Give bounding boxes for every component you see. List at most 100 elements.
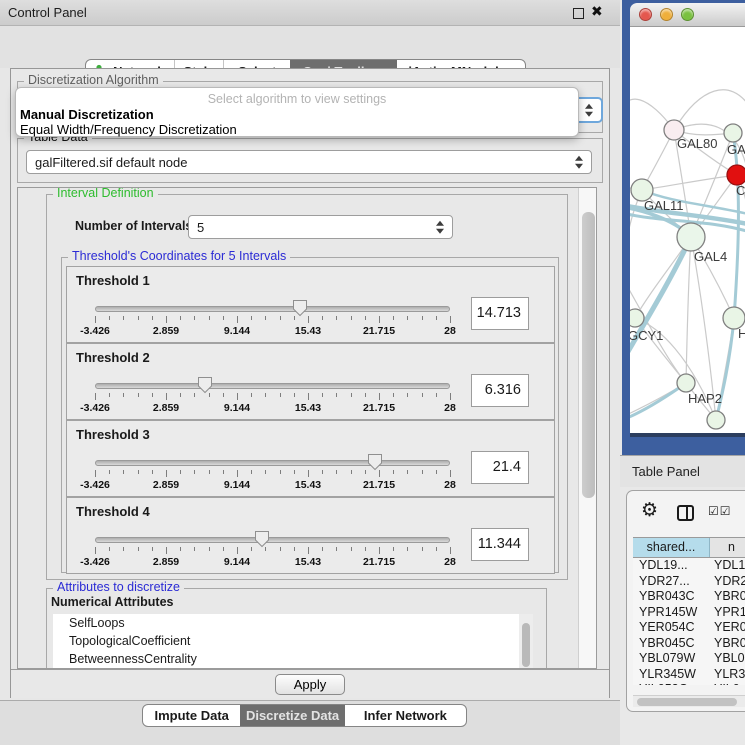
network-node-label: GAL80 [677,136,717,151]
minimize-traffic-light-icon[interactable] [660,8,673,21]
apply-row: Apply [11,669,609,698]
apply-button[interactable]: Apply [275,674,345,695]
control-panel-titlebar: Control Panel ✖ [0,0,620,26]
threshold-label: Threshold 3 [76,427,150,442]
threshold-4-value-field[interactable]: 11.344 [471,528,529,561]
network-node-node[interactable] [707,411,725,429]
threshold-2-value-field[interactable]: 6.316 [471,374,529,407]
table-row[interactable]: YDR27...YDR2 [633,574,745,590]
table-panel-window: ⚙ ☑☑ shared... n YDL19...YDL1 YDR27...YD… [626,490,745,712]
network-edge[interactable] [733,133,738,318]
threshold-3-slider-track[interactable] [95,460,450,466]
settings-scrollbar[interactable] [578,188,597,668]
slider-tick-label: 9.144 [224,402,250,414]
network-canvas[interactable]: GAL80GACGAL11GAL4GCY1HHAP2 [630,27,745,433]
column-header-name[interactable]: n [710,538,745,557]
tick-mark [322,470,323,474]
threshold-2-slider-track[interactable] [95,383,450,389]
threshold-4-panel: Threshold 4 -3.4262.8599.14415.4321.7152… [66,497,555,574]
algorithm-dropdown-popup: Select algorithm to view settings Manual… [15,87,579,137]
close-icon[interactable]: ✖ [591,3,603,20]
tick-mark [436,547,437,551]
slider-ticks [95,547,450,555]
slider-tick-label: 21.715 [363,556,395,568]
tick-mark [265,316,266,320]
slider-thumb[interactable] [254,530,270,548]
list-scrollbar[interactable] [519,614,533,668]
control-panel: Control Panel ✖ Network Style Select Cyn… [0,0,620,745]
network-edge[interactable] [686,237,691,383]
checkbox-icons[interactable]: ☑☑ [708,504,732,518]
tab-impute-data[interactable]: Impute Data [143,705,240,726]
tick-mark [322,393,323,397]
network-node-HAP2[interactable] [677,374,695,392]
threshold-1-value-field[interactable]: 14.713 [471,297,529,330]
tab-label: Infer Network [364,708,447,723]
settings-scrollbar-thumb[interactable] [582,212,595,498]
threshold-1-slider-track[interactable] [95,306,450,312]
combo-arrows-icon [585,104,594,117]
network-edge[interactable] [642,175,737,190]
tick-mark [450,547,451,554]
threshold-4-slider-track[interactable] [95,537,450,543]
slider-thumb[interactable] [367,453,383,471]
tick-mark [265,470,266,474]
zoom-traffic-light-icon[interactable] [681,8,694,21]
table-row[interactable]: YPR145WYPR1 [633,605,745,621]
slider-thumb[interactable] [197,376,213,394]
tab-discretize-data[interactable]: Discretize Data [240,705,344,726]
threshold-3-value-field[interactable]: 21.4 [471,451,529,484]
tick-mark [280,547,281,551]
float-window-icon[interactable] [573,8,584,19]
table-row[interactable]: YDL19...YDL1 [633,558,745,574]
cell: YLR3 [710,667,745,683]
table-row[interactable]: YER054CYER0 [633,620,745,636]
table-row[interactable]: YBR043CYBR0 [633,589,745,605]
table-data-combobox[interactable]: galFiltered.sif default node [26,150,592,174]
dropdown-option-equal-width[interactable]: Equal Width/Frequency Discretization [20,122,576,137]
dropdown-hint: Select algorithm to view settings [16,92,578,106]
network-node-GA[interactable] [724,124,742,142]
slider-tick-label: 28 [444,556,456,568]
tick-mark [237,393,238,400]
slider-scale-labels: -3.4262.8599.14415.4321.71528 [95,556,450,568]
list-scrollbar-thumb[interactable] [522,623,530,667]
network-edge[interactable] [630,237,691,362]
network-node-GAL4[interactable] [677,223,705,251]
list-item[interactable]: TopologicalCoefficient [53,632,519,650]
gear-icon[interactable]: ⚙ [641,499,658,522]
table-row[interactable]: YLR345WYLR3 [633,667,745,683]
tick-mark [280,316,281,320]
tick-mark [180,547,181,551]
group-title: Threshold's Coordinates for 5 Intervals [68,249,290,263]
table-panel-title: Table Panel [632,464,700,479]
numerical-attributes-label: Numerical Attributes [51,595,173,609]
cell: YDR27... [633,574,710,590]
dropdown-option-manual-discretization[interactable]: Manual Discretization [20,107,576,122]
slider-thumb[interactable] [292,299,308,317]
network-node-C[interactable] [727,165,745,185]
network-edge[interactable] [630,383,686,420]
tick-mark [180,393,181,397]
cell: YBR045C [633,636,710,652]
tick-mark [223,470,224,474]
close-traffic-light-icon[interactable] [639,8,652,21]
tab-infer-network[interactable]: Infer Network [345,705,466,726]
number-of-intervals-combobox[interactable]: 5 [188,215,453,239]
columns-icon[interactable] [677,505,694,521]
network-node-GCY1[interactable] [630,309,644,327]
tick-mark [365,547,366,551]
list-item[interactable]: SelfLoops [53,614,519,632]
table-panel-header: Table Panel [620,455,745,487]
column-header-shared-name[interactable]: shared... [633,538,710,557]
table-row[interactable]: YBR045CYBR0 [633,636,745,652]
table-row[interactable]: YIL052CYIL0 [633,682,745,685]
table-horizontal-scrollbar[interactable] [633,695,745,707]
table-scrollbar-thumb[interactable] [637,698,737,706]
table-row[interactable]: YBL079WYBL0 [633,651,745,667]
tick-mark [95,316,96,323]
cell: YDR2 [710,574,745,590]
tick-mark [223,547,224,551]
tick-mark [251,547,252,551]
list-item[interactable]: BetweennessCentrality [53,650,519,668]
